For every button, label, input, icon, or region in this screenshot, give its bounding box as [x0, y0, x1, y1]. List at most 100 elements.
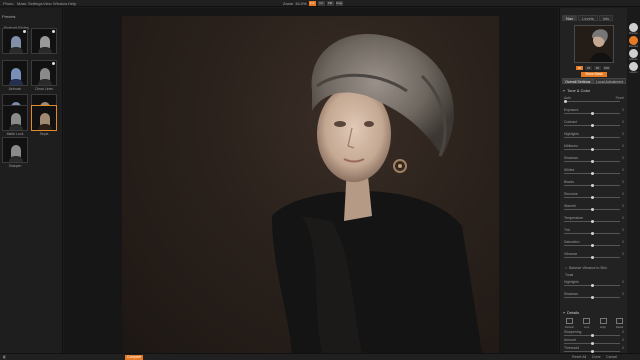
details-section[interactable]: ▾ Details	[563, 310, 579, 315]
zoom-crop-button[interactable]: Crop	[335, 1, 343, 6]
slider-knob[interactable]	[590, 296, 594, 299]
slider-warmth[interactable]: Warmth 0	[564, 204, 624, 211]
nav-zoom-fit[interactable]: Fit	[576, 66, 583, 70]
slider-track[interactable]	[564, 208, 620, 211]
slider-amount[interactable]: Amount 0	[564, 338, 624, 345]
slider-track[interactable]	[564, 136, 620, 139]
tone-color-section[interactable]: ▾ Tone & Color	[563, 88, 590, 93]
slider-value[interactable]: 0	[622, 292, 624, 296]
menu-mask[interactable]: Mask	[17, 1, 27, 6]
slider-knob[interactable]	[590, 196, 594, 199]
slider-knob[interactable]	[590, 148, 594, 151]
slider-knob[interactable]	[590, 334, 594, 337]
slider-value[interactable]: 0	[622, 240, 624, 244]
module-browse-icon[interactable]	[629, 23, 638, 32]
slider-track[interactable]	[564, 284, 620, 287]
detail-mode-high[interactable]: High	[599, 318, 607, 329]
slider-value[interactable]: 0	[622, 144, 624, 148]
slider-track[interactable]	[564, 196, 620, 199]
slider-whites[interactable]: Whites 0	[564, 168, 624, 175]
preset-thumb-matte[interactable]	[2, 105, 28, 131]
preset-thumb-sharpen[interactable]	[2, 137, 28, 163]
slider-value[interactable]: 0	[622, 132, 624, 136]
portrait-photo[interactable]	[122, 16, 499, 353]
slider-track[interactable]	[564, 342, 620, 345]
tab-overall-settings[interactable]: Overall Settings	[562, 78, 594, 84]
slider-track[interactable]	[564, 148, 620, 151]
slider-value[interactable]: 0	[622, 216, 624, 220]
slider-track[interactable]	[564, 112, 620, 115]
slider-knob[interactable]	[590, 112, 594, 115]
slider-track[interactable]	[564, 256, 620, 259]
slider-track[interactable]	[564, 184, 620, 187]
slider-blacks[interactable]: Blacks 0	[564, 180, 624, 187]
slider-value[interactable]: 0	[622, 204, 624, 208]
nav-zoom-100[interactable]: 100	[603, 66, 610, 70]
slider-value[interactable]: 0	[622, 120, 624, 124]
reset-all-button[interactable]: Reset All	[572, 355, 586, 360]
slider-exposure[interactable]: Exposure 0	[564, 108, 624, 115]
slider-knob[interactable]	[590, 208, 594, 211]
slider-knob[interactable]	[590, 184, 594, 187]
slider-track[interactable]	[564, 232, 620, 235]
tab-nav[interactable]: Nav	[562, 15, 578, 21]
nav-zoom-25[interactable]: 25	[585, 66, 592, 70]
slider-vibrance[interactable]: Vibrance 0	[564, 252, 624, 259]
slider-track[interactable]	[564, 100, 620, 103]
done-button[interactable]: Done	[592, 355, 601, 360]
compare-button[interactable]: Compare	[125, 355, 143, 360]
slider-track[interactable]	[564, 160, 620, 163]
menu-view[interactable]: View	[43, 1, 52, 6]
slider-threshold[interactable]: Threshold 0	[564, 346, 624, 353]
navigator-thumbnail[interactable]	[574, 25, 614, 63]
slider-knob[interactable]	[590, 244, 594, 247]
slider-value[interactable]: 0	[622, 280, 624, 284]
module-effects-icon[interactable]	[629, 49, 638, 58]
slider-knob[interactable]	[590, 284, 594, 287]
slider-track[interactable]	[564, 244, 620, 247]
menu-help[interactable]: Help	[68, 1, 76, 6]
slider-temperature[interactable]: Temperature 0	[564, 216, 624, 223]
module-develop-icon[interactable]	[629, 36, 638, 45]
preset-thumb-sepia[interactable]	[31, 105, 57, 131]
menu-settings[interactable]: Settings	[28, 1, 42, 6]
slider-value[interactable]: 0	[622, 168, 624, 172]
slider-saturation[interactable]: Saturation 0	[564, 240, 624, 247]
slider-knob[interactable]	[590, 256, 594, 259]
slider-value[interactable]: Reset	[616, 96, 624, 100]
detail-mode-detail[interactable]: Detail	[616, 318, 623, 329]
menu-photo[interactable]: Photo	[3, 1, 13, 6]
show-mask-button[interactable]: Show Mask	[581, 72, 607, 77]
slider-highlights[interactable]: Highlights 0	[564, 132, 624, 139]
zoom-fit-button[interactable]: Fit	[317, 1, 325, 6]
slider-knob[interactable]	[590, 220, 594, 223]
slider-track[interactable]	[564, 350, 620, 353]
slider-value[interactable]: 0	[622, 338, 624, 342]
slider-value[interactable]: 0	[622, 346, 624, 350]
slider-track[interactable]	[564, 124, 620, 127]
checkbox-icon[interactable]: □	[565, 266, 567, 270]
slider-knob[interactable]	[564, 100, 567, 103]
menu-window[interactable]: Window	[53, 1, 67, 6]
slider-knob[interactable]	[590, 342, 594, 345]
balance-vibrance-option[interactable]: □ Balance Vibrance to Skin	[565, 266, 607, 270]
slider-tint[interactable]: Tint 0	[564, 228, 624, 235]
zoom-fill-button[interactable]: Fill	[326, 1, 334, 6]
slider-track[interactable]	[564, 220, 620, 223]
slider-knob[interactable]	[590, 124, 594, 127]
tab-levels[interactable]: Levels	[578, 15, 598, 21]
nav-zoom-50[interactable]: 50	[594, 66, 601, 70]
zoom-1to1-button[interactable]: 1:1	[308, 1, 316, 6]
tab-info[interactable]: Info	[598, 15, 614, 21]
slider-value[interactable]: 0	[622, 192, 624, 196]
slider-sharpening[interactable]: Sharpening 0	[564, 330, 624, 337]
slider-track[interactable]	[564, 172, 620, 175]
slider-midtones[interactable]: Midtones 0	[564, 144, 624, 151]
slider-knob[interactable]	[590, 232, 594, 235]
preset-thumb-clean-lines[interactable]	[31, 60, 57, 86]
slider-track[interactable]	[564, 334, 620, 337]
preset-thumb[interactable]	[31, 28, 57, 54]
slider-shadows[interactable]: Shadows 0	[564, 292, 624, 299]
slider-knob[interactable]	[590, 136, 594, 139]
slider-auto[interactable]: Auto Reset	[564, 96, 624, 103]
